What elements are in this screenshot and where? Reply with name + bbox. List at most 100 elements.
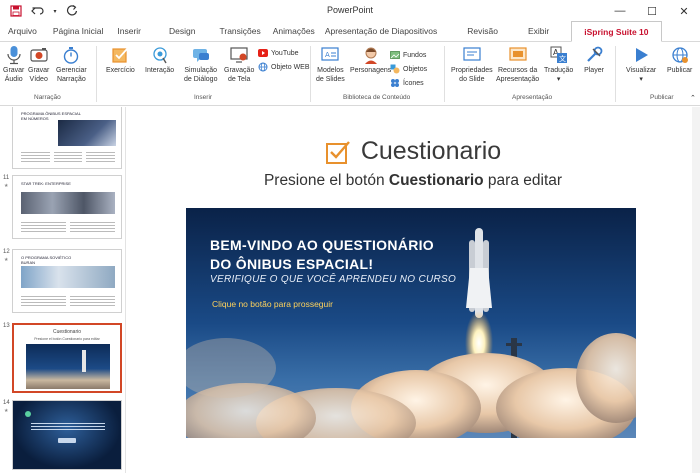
quiz-instruction-post: para editar [483,172,563,189]
publish-globe-icon [670,45,690,65]
thumbnail-text-lines [21,294,115,308]
interaction-button[interactable]: Interação [145,45,174,76]
redo-icon[interactable] [64,3,80,19]
slide-thumbnail[interactable]: PROGRAMA ÔNIBUS ESPACIAL EM NÚMEROS [12,107,122,169]
minimize-button[interactable]: — [604,0,636,22]
manage-narration-label-1: Gerenciar [56,67,87,74]
tab-arquivo[interactable]: Arquivo [0,21,45,41]
maximize-button[interactable]: ☐ [636,0,668,22]
slide-heading: BEM-VINDO AO QUESTIONÁRIO DO ÔNIBUS ESPA… [210,236,470,274]
tab-apresentacao[interactable]: Apresentação de Diapositivos [323,21,445,41]
thumbnail-image [21,266,115,288]
thumbnail-title: STAR TREK: ENTERPRISE [21,181,71,186]
record-audio-button[interactable]: Gravar Áudio [3,45,24,84]
icons-button[interactable]: Ícones [390,78,424,88]
tab-transicoes[interactable]: Transições [203,21,268,41]
thumbnail-number: 14 [3,400,10,406]
slide-templates-button[interactable]: A Modelos de Slides [316,45,345,84]
presentation-resources-label-1: Recursos da [497,67,538,74]
camera-icon [29,45,49,65]
group-label-narration: Narração [34,94,61,101]
dialog-simulation-label-2: de Diálogo [184,75,218,83]
slide-templates-label-1: Modelos [317,67,344,74]
checkbox-icon [110,45,130,65]
tab-revisao[interactable]: Revisão [445,21,506,41]
tab-animacoes[interactable]: Animações [269,21,323,41]
interaction-label: Interação [145,67,175,74]
manage-narration-button[interactable]: Gerenciar Narração [56,45,87,84]
slide-properties-button[interactable]: Propriedades do Slide [451,45,493,84]
ribbon-tabs: Arquivo Página Inicial Inserir Design Tr… [0,21,700,42]
collapse-ribbon-icon[interactable]: ⌃ [690,94,696,102]
slide-thumbnail[interactable] [12,400,122,470]
preview-label: Visualizar [626,67,657,74]
slide-templates-label-2: de Slides [316,75,345,83]
group-label-publish: Publicar [650,94,674,101]
player-label: Player [584,67,604,74]
group-label-presentation: Apresentação [512,94,553,101]
record-video-button[interactable]: Gravar Vídeo [28,45,49,84]
quiz-instruction-pre: Presione el botón [263,172,389,189]
dialog-simulation-label-1: Simulação [184,67,218,74]
globe-icon [258,62,268,72]
close-button[interactable]: ✕ [668,0,700,22]
tab-pagina-inicial[interactable]: Página Inicial [45,21,112,41]
play-icon [631,45,651,65]
characters-button[interactable]: Personagens [350,45,391,76]
undo-icon[interactable] [30,3,46,19]
slide-editor[interactable]: Cuestionario Presione el botón Cuestiona… [126,107,700,473]
dialog-simulation-button[interactable]: Simulação de Diálogo [184,45,217,84]
slide-thumbnail[interactable]: O PROGRAMA SOVIÉTICO BURAN [12,249,122,313]
quiz-instruction-bold: Cuestionario [388,172,484,189]
tab-inserir[interactable]: Inserir [111,21,149,41]
tab-design[interactable]: Design [149,21,203,41]
quiz-intro-slide[interactable]: BEM-VINDO AO QUESTIONÁRIO DO ÔNIBUS ESPA… [186,208,636,438]
group-divider [96,46,97,102]
quick-access-toolbar: ▾ [8,3,80,19]
web-object-button[interactable]: Objeto WEB [258,62,310,72]
quiz-checkbox-icon [325,140,350,164]
tab-exibir[interactable]: Exibir [506,21,557,41]
quiz-instruction: Presione el botón Cuestionario para edit… [126,172,700,190]
save-icon[interactable] [8,3,24,19]
vertical-scrollbar[interactable] [692,107,700,473]
manage-narration-label-2: Narração [56,75,86,83]
window-controls: — ☐ ✕ [604,0,700,22]
slide-thumbnail[interactable]: STAR TREK: ENTERPRISE [12,175,122,239]
thumbnail-title: O PROGRAMA SOVIÉTICO BURAN [21,255,72,265]
preview-button[interactable]: Visualizar ▾ [626,45,656,84]
preview-dropdown: ▾ [639,75,643,83]
window-title: PowerPoint [326,5,374,15]
record-audio-label-1: Gravar [3,67,25,74]
exercise-button[interactable]: Exercício [106,45,135,76]
slide-thumbnail-selected[interactable]: Cuestionario Presione el botón Cuestiona… [12,323,122,393]
animation-star-icon: ★ [4,257,9,263]
translation-button[interactable]: A文 Tradução ▾ [544,45,573,84]
svg-text:文: 文 [559,54,566,63]
publish-label: Publicar [667,67,693,74]
backgrounds-label: Fundos [403,51,427,59]
record-video-label-2: Vídeo [29,75,48,83]
screen-recording-label-1: Gravação [224,67,255,74]
objects-label: Objetos [403,65,428,73]
objects-button[interactable]: Objetos [390,64,427,74]
slide-thumbnail-panel[interactable]: PROGRAMA ÔNIBUS ESPACIAL EM NÚMEROS 11 ★… [0,107,126,473]
quiz-label: Cuestionario [360,137,502,165]
slide-properties-label-1: Propriedades [451,67,493,74]
player-button[interactable]: Player [584,45,604,76]
icons-icon [390,78,400,88]
chevron-down-icon[interactable]: ▾ [52,3,58,19]
slide-templates-icon: A [320,45,340,65]
presentation-resources-button[interactable]: Recursos da Apresentação [496,45,539,84]
screen-recording-button[interactable]: Gravação de Tela [224,45,254,84]
characters-label: Personagens [350,67,392,74]
youtube-label: YouTube [271,49,299,57]
tab-ispring[interactable]: iSpring Suite 10 [571,21,662,42]
backgrounds-icon [390,50,400,60]
translate-icon: A文 [549,45,569,65]
youtube-button[interactable]: YouTube [258,48,299,58]
character-icon [361,45,381,65]
publish-button[interactable]: Publicar [667,45,692,76]
backgrounds-button[interactable]: Fundos [390,50,426,60]
group-divider [310,46,311,102]
